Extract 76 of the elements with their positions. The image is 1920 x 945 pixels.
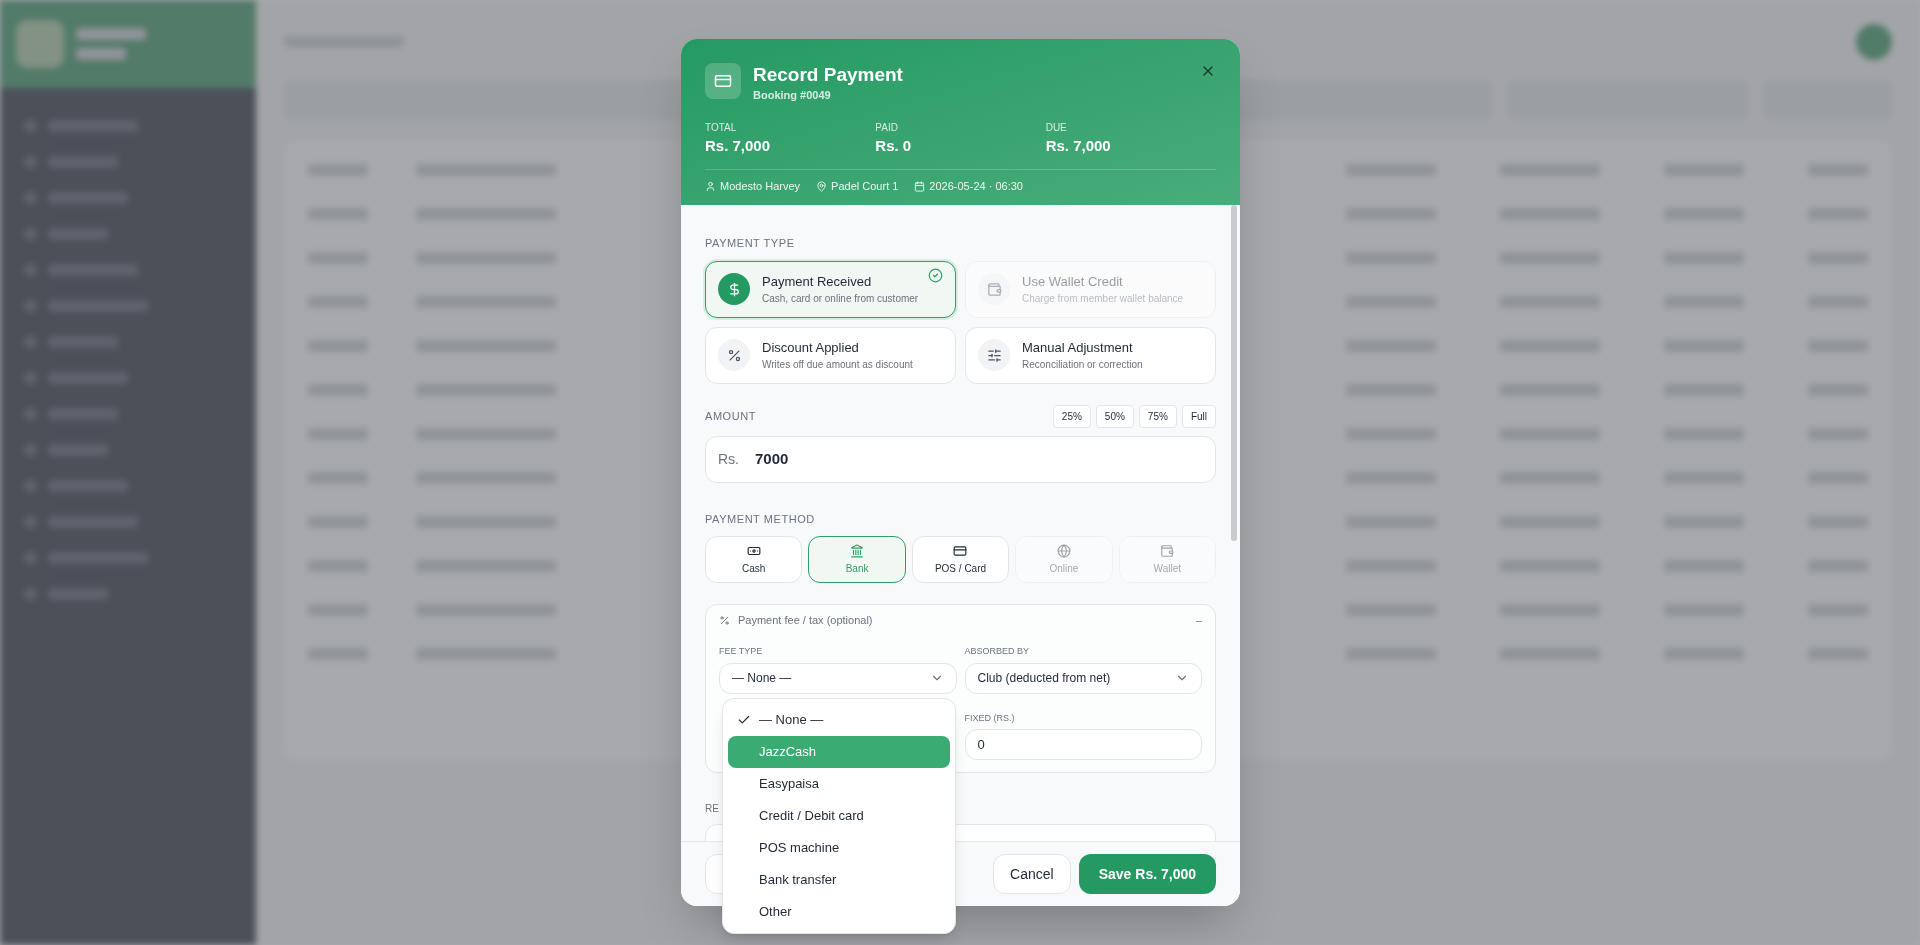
wallet-icon xyxy=(1160,543,1175,558)
option-description: Cash, card or online from customer xyxy=(762,292,919,307)
absorbed-by-select[interactable]: Club (deducted from net) xyxy=(964,662,1202,694)
globe-icon xyxy=(1056,543,1071,558)
option-description: Writes off due amount as discount xyxy=(762,358,913,373)
quick-amount-button[interactable]: 75% xyxy=(1138,404,1177,428)
payment-type-card[interactable]: Manual Adjustment Reconciliation or correction xyxy=(965,326,1216,384)
menu-option[interactable]: — None — xyxy=(728,704,950,736)
section-label: AMOUNT xyxy=(705,408,756,424)
pin-icon xyxy=(816,180,828,192)
amount-field[interactable]: Rs. 7000 xyxy=(705,435,1216,483)
field-label: FIXED (RS.) xyxy=(964,711,1015,725)
fee-title: Payment fee / tax (optional) xyxy=(738,612,873,628)
option-label: Bank transfer xyxy=(759,871,837,890)
option-title: Use Wallet Credit xyxy=(1022,272,1124,291)
field-label: FEE TYPE xyxy=(719,645,763,658)
payment-type-card[interactable]: Payment Received Cash, card or online from customer xyxy=(705,260,956,318)
booking-meta: Modesto Harvey xyxy=(720,179,801,194)
fixed-fee-field[interactable]: 0 xyxy=(964,729,1202,760)
menu-option[interactable]: Bank transfer xyxy=(728,864,950,896)
menu-option[interactable]: Other xyxy=(728,896,950,928)
menu-option[interactable]: Easypaisa xyxy=(728,768,950,800)
section-label: RE xyxy=(705,802,719,816)
summary-label: DUE xyxy=(1045,120,1068,135)
option-title: Manual Adjustment xyxy=(1022,338,1134,357)
section-label: PAYMENT TYPE xyxy=(705,236,795,251)
option-description: Charge from member wallet balance xyxy=(1022,292,1184,307)
booking-meta: 2026-05-24 · 06:30 xyxy=(929,179,1023,194)
payment-method-button[interactable]: POS / Card xyxy=(911,536,1010,583)
cancel-button[interactable]: Cancel xyxy=(993,854,1071,894)
booking-number: Booking #0049 xyxy=(753,88,832,103)
percent-icon xyxy=(719,614,730,626)
blurred-text xyxy=(76,48,126,60)
option-title: Discount Applied xyxy=(762,338,860,357)
summary-label: PAID xyxy=(875,120,899,135)
field-label: ABSORBED BY xyxy=(964,645,1030,658)
option-title: Payment Received xyxy=(762,272,873,291)
bank-icon xyxy=(850,543,865,558)
option-label: JazzCash xyxy=(759,743,817,762)
summary-value: Rs. 7,000 xyxy=(705,135,772,156)
summary-value: Rs. 0 xyxy=(875,135,913,156)
summary-value: Rs. 7,000 xyxy=(1045,135,1112,156)
payment-type-card[interactable]: Discount Applied Writes off due amount as discount xyxy=(705,326,956,384)
quick-amount-button[interactable]: 25% xyxy=(1052,404,1091,428)
section-label: PAYMENT METHOD xyxy=(705,511,815,527)
option-label: POS machine xyxy=(759,839,840,858)
wallet-icon xyxy=(978,273,1010,305)
blurred-text xyxy=(76,28,146,40)
dialog-title: Record Payment xyxy=(753,63,904,87)
collapse-toggle[interactable]: – xyxy=(1195,611,1202,629)
option-label: Easypaisa xyxy=(759,775,819,794)
percent-icon xyxy=(718,339,750,371)
menu-option[interactable]: POS machine xyxy=(728,832,950,864)
summary-label: TOTAL xyxy=(705,120,738,135)
booking-meta: Padel Court 1 xyxy=(831,179,899,194)
sliders-icon xyxy=(978,339,1010,371)
calendar-icon xyxy=(914,180,926,192)
fee-type-select[interactable]: — None — xyxy=(719,662,957,694)
quick-amount-button[interactable]: 50% xyxy=(1095,404,1134,428)
quick-amount-button[interactable]: Full xyxy=(1181,404,1216,428)
amount-value: 7000 xyxy=(755,448,789,469)
menu-option[interactable]: Credit / Debit card xyxy=(728,800,950,832)
card-icon xyxy=(953,543,968,558)
person-icon xyxy=(705,180,716,192)
currency-label: Rs. xyxy=(718,449,739,469)
card-icon xyxy=(705,63,741,99)
payment-method-button[interactable]: Cash xyxy=(705,536,803,583)
check-icon xyxy=(737,713,751,727)
option-label: — None — xyxy=(759,711,824,730)
save-button[interactable]: Save Rs. 7,000 xyxy=(1078,854,1216,894)
option-label: Other xyxy=(759,903,792,922)
option-description: Reconciliation or correction xyxy=(1022,358,1143,373)
check-circle-icon xyxy=(928,267,943,283)
option-label: Credit / Debit card xyxy=(759,807,864,826)
dollar-icon xyxy=(718,273,750,305)
logo-block xyxy=(16,20,64,68)
